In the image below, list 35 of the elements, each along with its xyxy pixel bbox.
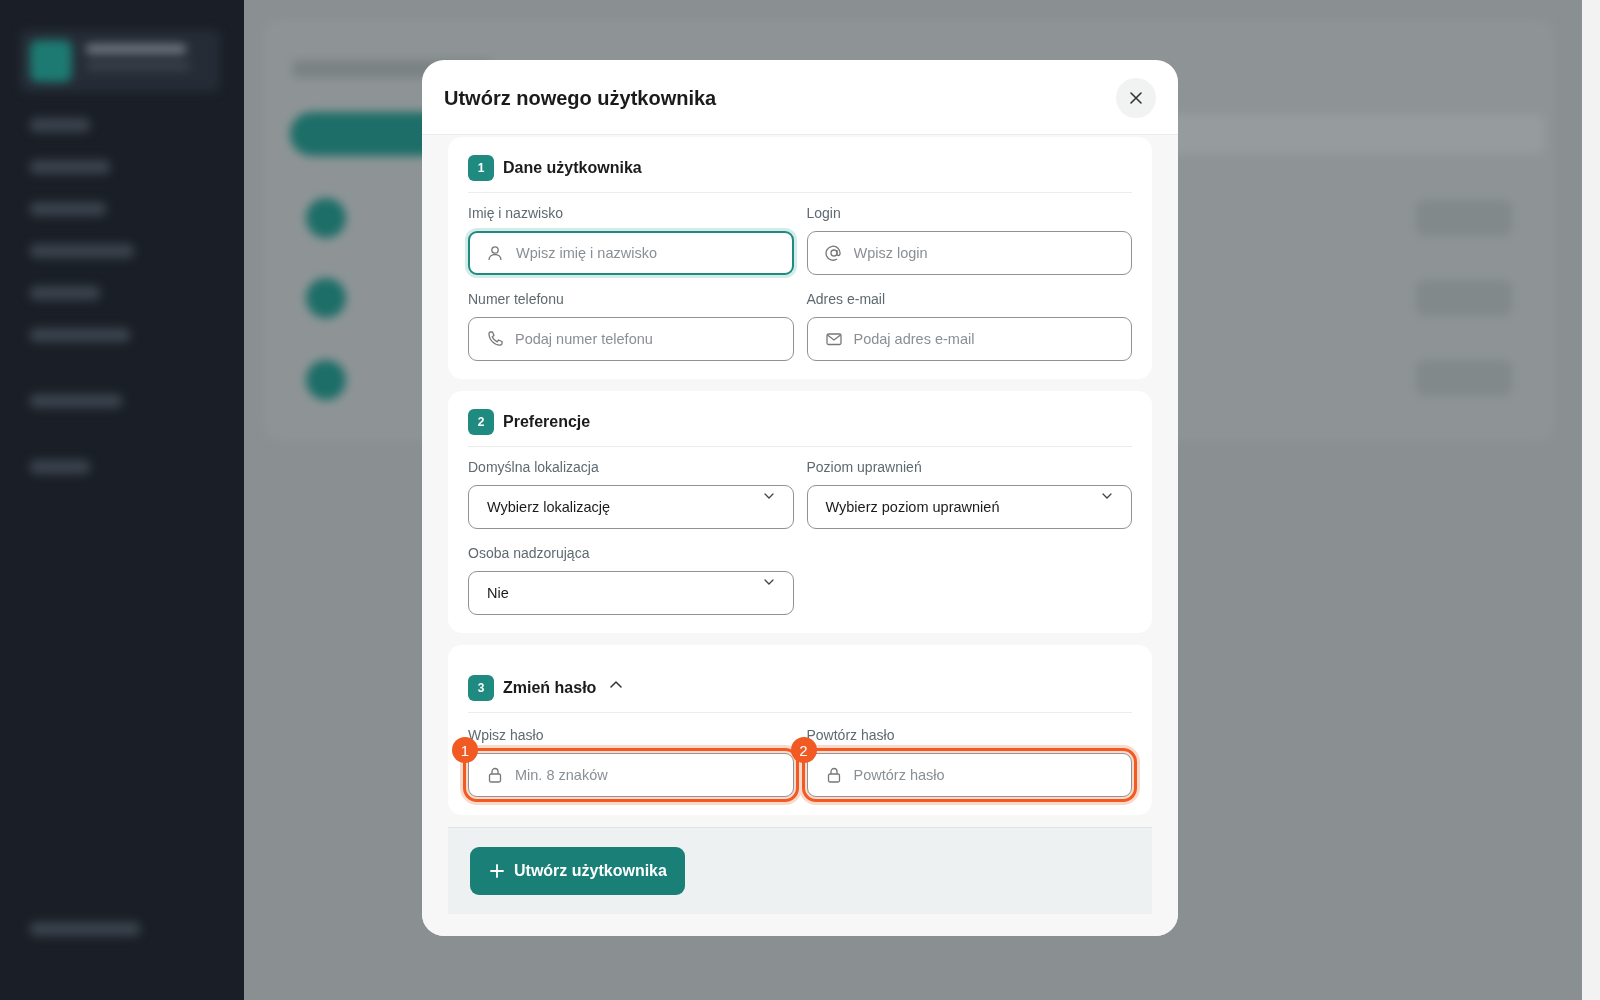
field-label: Login: [806, 205, 842, 221]
callout-marker: 2: [790, 737, 817, 763]
chevron-down-icon: [762, 578, 775, 586]
field-label: Domyślna lokalizacja: [468, 459, 600, 475]
select-field[interactable]: Wybierz lokalizację: [468, 485, 794, 529]
close-button[interactable]: [1116, 78, 1156, 118]
section-title: Dane użytkownika: [503, 159, 642, 177]
field-label: Numer telefonu: [468, 291, 565, 307]
chevron-down-icon: [762, 492, 775, 500]
section-title: Preferencje: [503, 413, 591, 431]
select-field[interactable]: Wybierz poziom uprawnień: [806, 485, 1132, 529]
lock-icon: [486, 766, 504, 784]
step-number: 3: [468, 675, 494, 701]
select-field[interactable]: Nie: [468, 571, 794, 615]
close-icon: [1129, 91, 1143, 105]
envelope-icon: [824, 330, 843, 348]
step-number: 2: [468, 409, 494, 435]
chevron-icon: [609, 679, 624, 689]
dialog-title: Utwórz nowego użytkownika: [444, 86, 717, 110]
create-user-button[interactable]: Utwórz użytkownika: [470, 847, 685, 895]
section-title: Zmień hasło: [503, 679, 597, 697]
at-sign-icon: [824, 244, 843, 262]
person-icon: [486, 244, 504, 262]
input-field[interactable]: Podaj adres e-mail: [806, 317, 1132, 361]
input-field[interactable]: Podaj numer telefonu: [468, 317, 794, 361]
chevron-down-icon: [1101, 492, 1113, 500]
step-number: 1: [468, 155, 494, 181]
field-label: Adres e-mail: [806, 291, 887, 307]
field-label: Osoba nadzorująca: [468, 545, 591, 561]
field-label: Imię i nazwisko: [468, 205, 564, 221]
plus-icon: [490, 864, 504, 878]
input-field[interactable]: Wpisz imię i nazwisko: [468, 231, 794, 275]
field-label: Poziom uprawnień: [806, 459, 923, 475]
input-field[interactable]: Wpisz login: [806, 231, 1132, 275]
phone-icon: [486, 330, 504, 348]
